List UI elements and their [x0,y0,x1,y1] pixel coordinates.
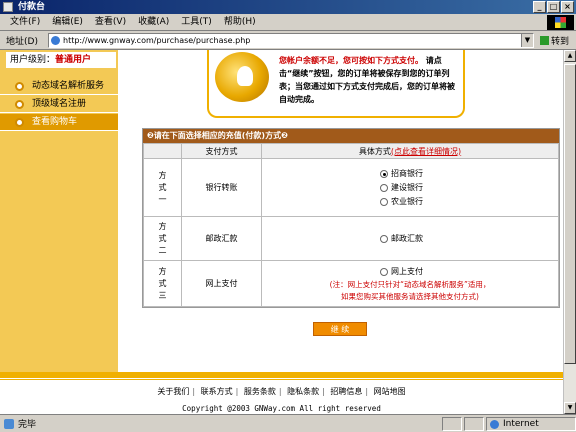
sidebar-item-label: 动态域名解析服务 [32,81,105,91]
method-1-name: 银行转账 [181,158,262,217]
address-bar: 地址(D) http://www.gnway.com/purchase/purc… [0,32,576,50]
detail-link[interactable]: (点此查看详细情况) [391,147,461,156]
status-text: 完毕 [18,420,37,430]
minimize-button[interactable]: _ [533,1,546,13]
bullet-icon [15,118,24,127]
col-detail-label: 具体方式 [358,146,391,156]
footer-link-terms[interactable]: 服务条款 [244,387,276,396]
go-arrow-icon [540,36,549,45]
menu-file[interactable]: 文件(F) [4,14,46,31]
footer-link-about[interactable]: 关于我们 [157,387,189,396]
security-zone: Internet [486,416,576,431]
page-done-icon [4,418,14,429]
option-postal[interactable]: 邮政汇款 [262,232,558,246]
window-title: 付款台 [18,2,46,12]
option-label: 农业银行 [391,196,423,206]
radio-button[interactable] [380,267,388,276]
continue-button[interactable]: 继 续 [313,322,367,336]
method-3-label: 方 式 三 [143,260,182,307]
zone-label: Internet [503,418,539,429]
method-3-options: 网上支付 (注：网上支付只针对“动态域名解析服务”适用， 如果您购买其他服务请选… [261,260,559,307]
globe-icon [490,419,499,429]
sidebar-item-label: 查看购物车 [32,117,78,127]
main-content: 您帐户余额不足，您可按如下方式支付。 请点击“继续”按钮，您的订单将被保存到您的… [118,50,563,376]
address-url: http://www.gnway.com/purchase/purchase.p… [63,36,251,45]
col-method-header: 支付方式 [181,143,262,159]
option-label: 招商银行 [391,168,423,178]
vertical-scrollbar[interactable]: ▲ ▼ [563,50,576,414]
footer-link-sitemap[interactable]: 网站地图 [374,387,406,396]
option-online[interactable]: 网上支付 [262,265,558,279]
footer-link-privacy[interactable]: 隐私条款 [287,387,319,396]
menu-help[interactable]: 帮助(H) [218,14,262,31]
scroll-down-icon[interactable]: ▼ [564,402,576,414]
radio-button[interactable] [380,169,388,178]
option-ccb[interactable]: 建设银行 [262,181,558,195]
footer-links: 关于我们 | 联系方式 | 服务条款 | 隐私条款 | 招聘信息 | 网站地图 [157,387,406,396]
sidebar-item-ddns[interactable]: 动态域名解析服务 [0,78,118,95]
radio-button[interactable] [380,183,388,192]
user-level-label: 用户级别： [10,55,56,65]
option-abc[interactable]: 农业银行 [262,195,558,209]
sidebar: 用户级别：普通用户 动态域名解析服务 顶级域名注册 查看购物车 [0,50,118,376]
maximize-button[interactable]: □ [547,1,560,13]
empty-header-cell [143,143,182,159]
address-label: 地址(D) [6,37,38,47]
radio-button[interactable] [380,234,388,243]
close-button[interactable]: × [561,1,574,13]
app-icon [3,2,13,12]
notice-box: 您帐户余额不足，您可按如下方式支付。 请点击“继续”按钮，您的订单将被保存到您的… [207,50,465,118]
windows-logo-icon [547,15,574,30]
footer-divider-thin [0,379,563,380]
menu-edit[interactable]: 编辑(E) [46,14,89,31]
method-3-name: 网上支付 [181,260,262,307]
payment-table-header: ❷请在下面选择相应的充值(付款)方式❷ [143,129,559,143]
method-1-options: 招商银行 建设银行 农业银行 [261,158,559,217]
online-payment-note: (注：网上支付只针对“动态域名解析服务”适用， 如果您购买其他服务请选择其他支付… [329,279,491,301]
footer-link-jobs[interactable]: 招聘信息 [330,387,362,396]
title-bar: 付款台 _ □ × [0,0,576,14]
copyright: Copyright @2003 GNWay.com All right rese… [182,404,381,413]
sidebar-item-domain-register[interactable]: 顶级域名注册 [0,96,118,113]
sidebar-item-label: 顶级域名注册 [32,99,87,109]
payment-table: ❷请在下面选择相应的充值(付款)方式❷ 支付方式 具体方式(点此查看详细情况) … [142,128,560,308]
address-dropdown-icon[interactable]: ▼ [521,34,533,47]
menu-favorites[interactable]: 收藏(A) [132,14,175,31]
status-cell [442,416,462,431]
go-label: 转到 [551,37,570,47]
menu-bar: 文件(F) 编辑(E) 查看(V) 收藏(A) 工具(T) 帮助(H) [0,14,576,31]
scroll-up-icon[interactable]: ▲ [564,50,576,62]
option-label: 网上支付 [391,266,423,276]
col-detail-header: 具体方式(点此查看详细情况) [261,143,559,159]
method-1-label: 方 式 一 [143,158,182,217]
bullet-icon [15,82,24,91]
option-label: 邮政汇款 [391,233,423,243]
menu-tools[interactable]: 工具(T) [175,14,218,31]
method-2-name: 邮政汇款 [181,216,262,261]
status-cell [464,416,484,431]
lightbulb-icon [215,52,269,102]
method-2-label: 方 式 二 [143,216,182,261]
user-level-value: 普通用户 [55,55,92,65]
page-viewport: 用户级别：普通用户 动态域名解析服务 顶级域名注册 查看购物车 您帐户余额不足，… [0,50,563,414]
go-button[interactable]: 转到 [540,34,569,47]
radio-button[interactable] [380,197,388,206]
bullet-icon [15,100,24,109]
method-2-options: 邮政汇款 [261,216,559,261]
user-level: 用户级别：普通用户 [6,52,116,68]
status-bar: 完毕 Internet [0,414,576,432]
footer-link-contact[interactable]: 联系方式 [201,387,233,396]
option-cmb[interactable]: 招商银行 [262,167,558,181]
footer-divider [0,372,563,378]
option-label: 建设银行 [391,182,423,192]
menu-view[interactable]: 查看(V) [89,14,132,31]
address-input[interactable]: http://www.gnway.com/purchase/purchase.p… [48,33,534,48]
balance-warning: 您帐户余额不足，您可按如下方式支付。 [279,56,423,65]
scroll-thumb[interactable] [564,64,576,364]
page-icon [51,36,60,45]
sidebar-item-cart[interactable]: 查看购物车 [0,114,118,131]
